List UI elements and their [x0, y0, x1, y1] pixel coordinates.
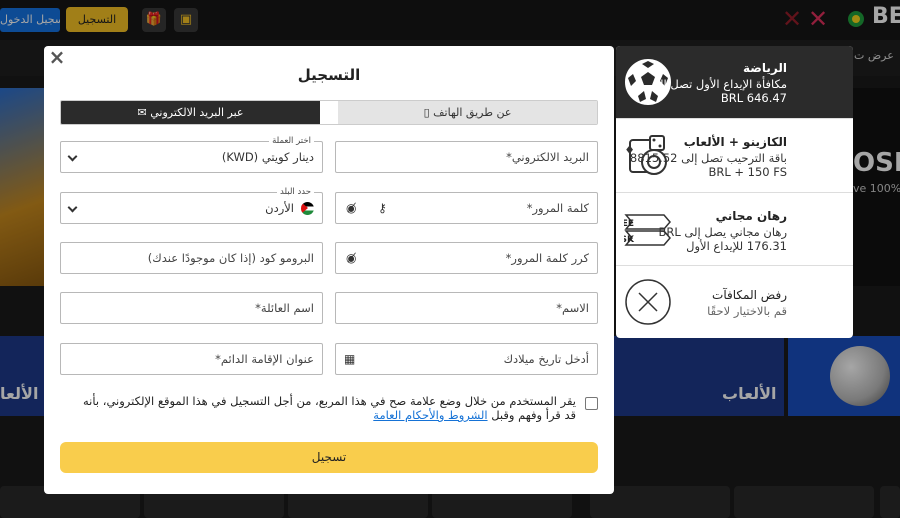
bonus-desc: رهان مجاني يصل إلى BRL 176.31 للإيداع ال…	[658, 225, 787, 253]
bonus-option-freebet[interactable]: FREE RISK رهان مجاني رهان مجاني يصل إلى …	[616, 193, 853, 266]
modal-title: التسجيل	[297, 66, 361, 84]
terms-agree-text: يقر المستخدم من خلال وضع علامة صح في هذا…	[83, 394, 576, 422]
email-placeholder: البريد الالكتروني*	[506, 150, 589, 164]
terms-checkbox[interactable]	[585, 397, 598, 410]
bonus-option-decline[interactable]: رفض المكافآت قم بالاختيار لاحقًا	[616, 266, 853, 338]
birthdate-field[interactable]: أدخل تاريخ ميلادك ▦	[335, 343, 598, 375]
bonus-desc: باقة الترحيب تصل إلى 8815.52 BRL + 150 F…	[629, 151, 787, 179]
country-select[interactable]: حدد البلد الأردن	[60, 186, 323, 224]
last-name-field[interactable]: اسم العائلة*	[60, 292, 323, 324]
calendar-icon[interactable]: ▦	[344, 344, 355, 374]
registration-modal: × التسجيل عن طريق الهاتف ▯ عبر البريد ال…	[44, 46, 614, 494]
bonus-title: رفض المكافآت	[712, 288, 787, 302]
chevron-down-icon	[67, 202, 78, 213]
address-placeholder: عنوان الإقامة الدائم*	[215, 352, 314, 366]
last-name-placeholder: اسم العائلة*	[255, 301, 314, 315]
first-name-field[interactable]: الاسم*	[335, 292, 598, 324]
submit-register-button[interactable]: تسجيل	[60, 442, 598, 473]
address-field[interactable]: عنوان الإقامة الدائم*	[60, 343, 323, 375]
bonus-option-sports[interactable]: الرياضة مكافأة الإيداع الأول تصل إلى BRL…	[616, 46, 853, 119]
bonus-title: الكازينو + الألعاب	[683, 135, 787, 149]
envelope-icon: ✉	[137, 106, 147, 119]
birthdate-placeholder: أدخل تاريخ ميلادك	[503, 352, 589, 366]
confirm-password-placeholder: كرر كلمة المرور*	[505, 251, 589, 265]
key-icon[interactable]: ⚷	[378, 193, 387, 223]
terms-link[interactable]: الشروط والأحكام العامة	[373, 408, 487, 422]
bonus-desc: قم بالاختيار لاحقًا	[707, 304, 787, 318]
close-icon[interactable]: ×	[48, 47, 66, 67]
terms-text: يقر المستخدم من خلال وضع علامة صح في هذا…	[76, 394, 576, 422]
first-name-placeholder: الاسم*	[556, 301, 589, 315]
country-value: الأردن	[265, 201, 294, 215]
currency-select[interactable]: اختر العملة دينار كويتي (KWD)	[60, 135, 323, 173]
bonus-option-casino[interactable]: ♦ الكازينو + الألعاب باقة الترحيب تصل إل…	[616, 119, 853, 193]
password-field[interactable]: كلمة المرور* ⚷ ◉̸	[335, 192, 598, 224]
phone-icon: ▯	[423, 106, 430, 119]
eye-hidden-icon[interactable]: ◉̸	[346, 243, 356, 273]
bonus-title: الرياضة	[743, 61, 787, 75]
confirm-password-field[interactable]: كرر كلمة المرور* ◉̸	[335, 242, 598, 274]
bonus-title: رهان مجاني	[715, 209, 787, 223]
password-placeholder: كلمة المرور*	[526, 201, 589, 215]
tab-email-label: عبر البريد الالكتروني	[150, 106, 244, 119]
eye-hidden-icon[interactable]: ◉̸	[346, 193, 356, 223]
bonus-desc: مكافأة الإيداع الأول تصل إلى BRL 646.47	[650, 77, 787, 105]
promo-placeholder: البرومو كود (إذا كان موجودًا عندك)	[147, 251, 314, 265]
tab-email[interactable]: عبر البريد الالكتروني ✉	[61, 101, 320, 124]
jordan-flag-icon	[301, 202, 314, 215]
currency-value: دينار كويتي (KWD)	[221, 150, 314, 164]
tab-phone[interactable]: عن طريق الهاتف ▯	[338, 101, 597, 124]
registration-tabs: عن طريق الهاتف ▯ عبر البريد الالكتروني ✉	[60, 100, 598, 125]
promo-code-field[interactable]: البرومو كود (إذا كان موجودًا عندك)	[60, 242, 323, 274]
email-field[interactable]: البريد الالكتروني*	[335, 141, 598, 173]
chevron-down-icon	[67, 151, 78, 162]
decline-x-icon	[625, 279, 671, 325]
tab-phone-label: عن طريق الهاتف	[433, 106, 512, 119]
bonus-panel: الرياضة مكافأة الإيداع الأول تصل إلى BRL…	[616, 46, 853, 338]
